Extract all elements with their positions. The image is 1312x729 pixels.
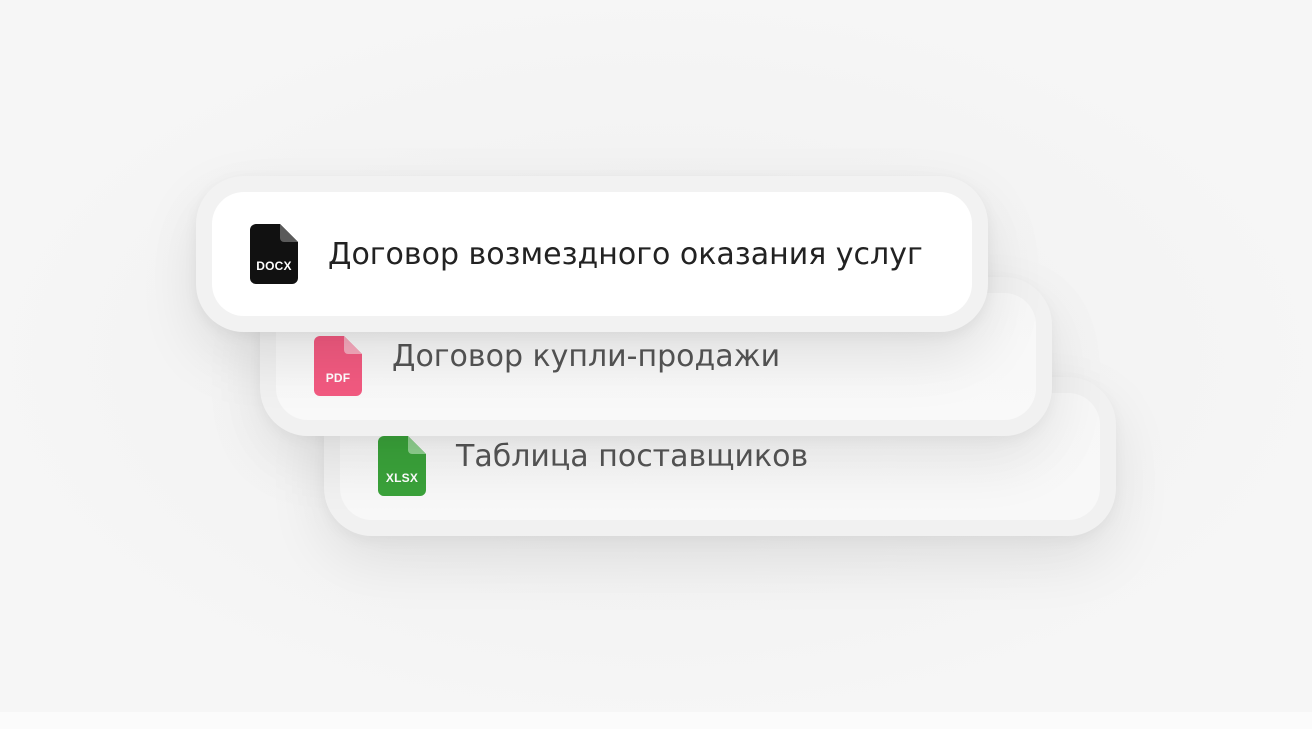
pdf-file-icon-shape — [314, 335, 362, 396]
bottom-edge — [0, 712, 1312, 729]
file-card-inner[interactable]: DOCX Договор возмездного оказания услуг — [212, 192, 972, 316]
file-type-label: XLSX — [385, 470, 419, 485]
pdf-file-icon: PDF — [314, 335, 362, 396]
file-title[interactable]: Договор возмездного оказания услуг — [328, 237, 923, 272]
xlsx-file-icon: XLSX — [378, 435, 426, 496]
file-type-label: PDF — [325, 370, 351, 385]
file-card-docx[interactable]: DOCX Договор возмездного оказания услуг — [196, 176, 988, 332]
file-title[interactable]: Таблица поставщиков — [456, 439, 808, 474]
file-title[interactable]: Договор купли-продажи — [392, 339, 780, 374]
docx-file-icon-shape — [250, 224, 298, 284]
xlsx-file-icon-shape — [378, 435, 426, 496]
docx-file-icon: DOCX — [250, 224, 298, 284]
file-type-label: DOCX — [256, 259, 292, 273]
